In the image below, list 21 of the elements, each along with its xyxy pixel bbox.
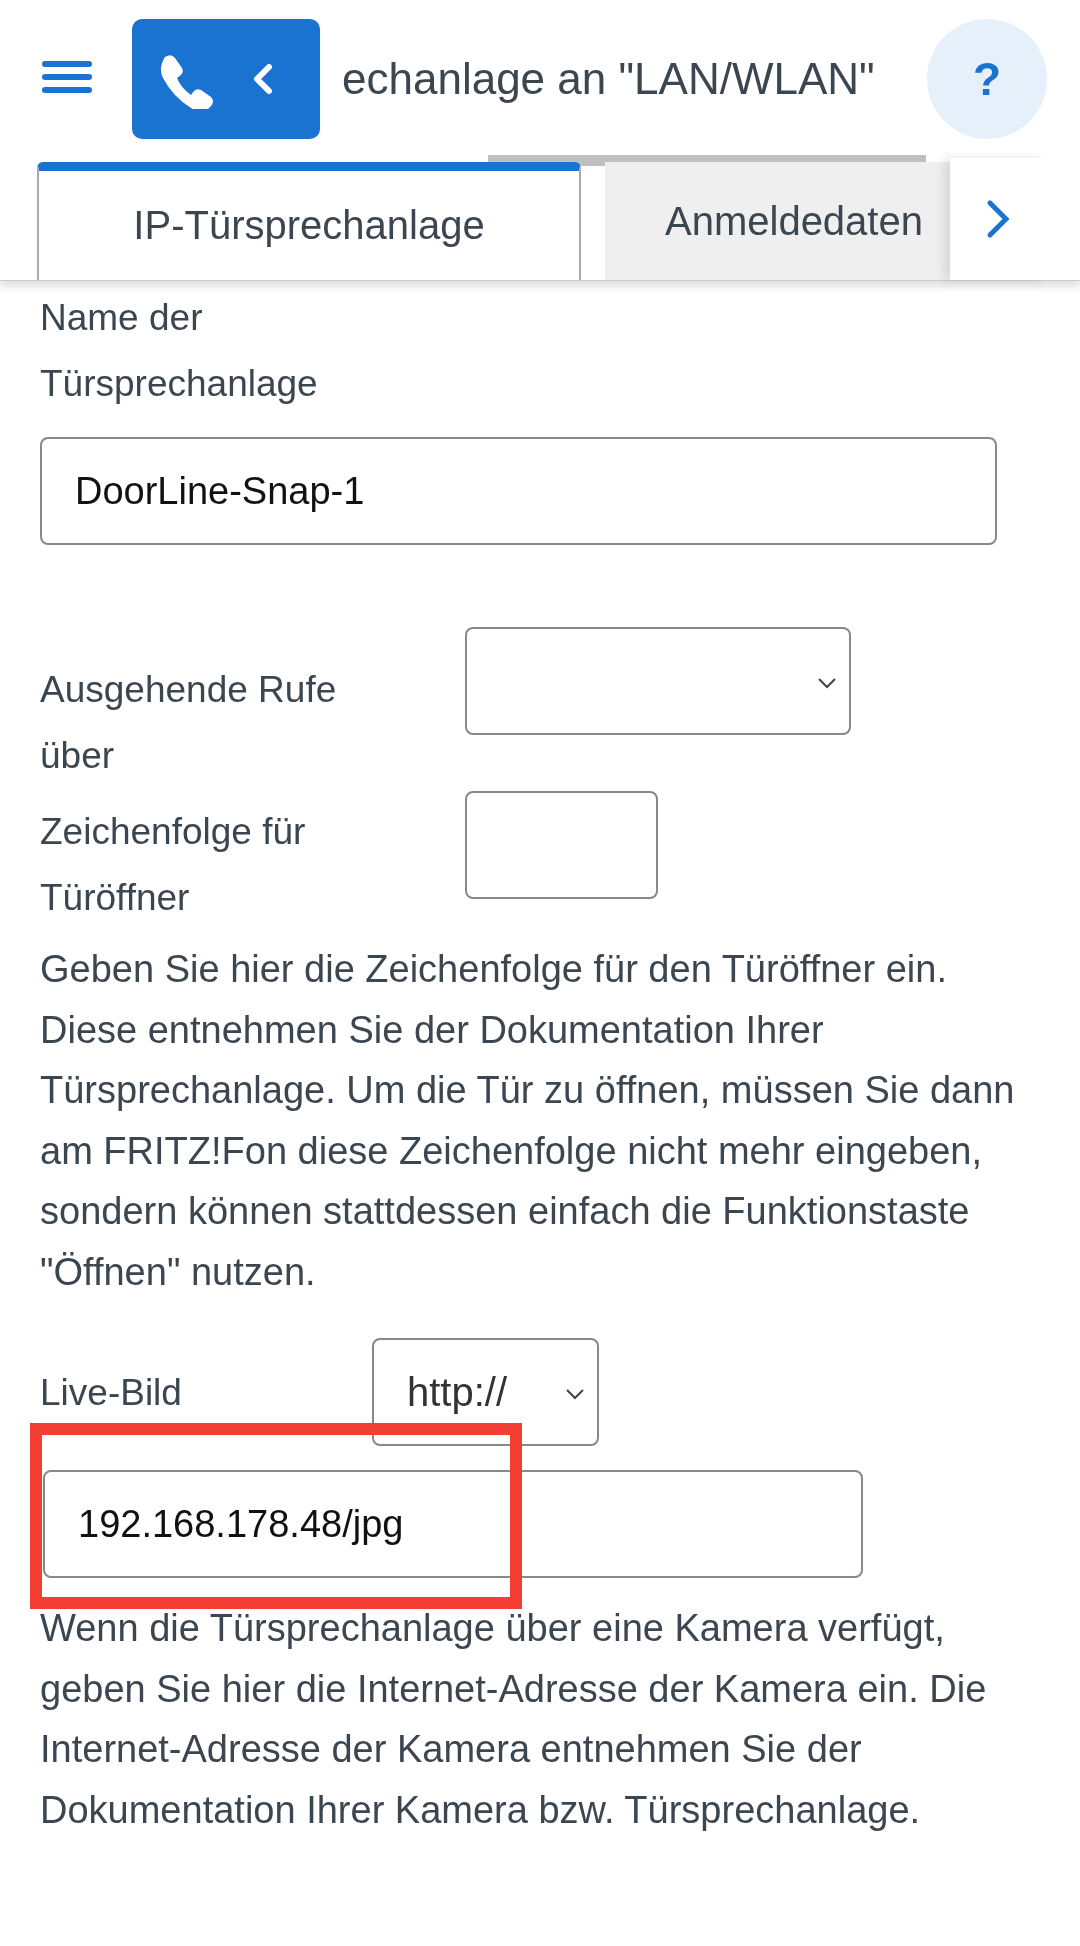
help-text: Geben Sie hier die Zeichenfolge für den Türöffner ein. Diese entnehmen Sie der Dokumentation Ihrer Türsprechanlage. Um die Tür zu öffnen, müssen Sie dann am FRITZ!Fon diese Zeichenfolge nicht mehr eingeben, sondern können stattdessen einfach die Funktionstaste "Öffnen" nutzen. <box>40 947 1016 1295</box>
door-code-field[interactable] <box>465 791 658 899</box>
page-title: echanlage an "LAN/WLAN" <box>342 54 875 104</box>
protocol-dropdown[interactable]: http:// <box>372 1338 599 1446</box>
field-label: Ausgehende Rufe über <box>40 668 338 778</box>
field-label: Live-Bild <box>40 1371 183 1415</box>
chevron-right-icon <box>986 199 1010 239</box>
menu-icon[interactable] <box>42 59 92 95</box>
outgoing-calls-dropdown[interactable] <box>465 627 851 735</box>
help-text: Wenn die Türsprechanlage über eine Kamera verfügt, geben Sie hier die Internet-Adresse der Kamera ein. Die Internet-Adresse der Kamera entnehmen Sie der Dokumentation Ihrer Kamera bzw. Türsprechanlage. <box>40 1606 988 1833</box>
camera-address-field[interactable]: 192.168.178.48/jpg <box>43 1470 863 1578</box>
tab[interactable]: Anmeldedaten <box>605 162 950 280</box>
chevron-down-icon <box>565 1388 585 1400</box>
back-button[interactable] <box>132 19 320 139</box>
chevron-down-icon <box>817 677 837 689</box>
name-field[interactable]: DoorLine-Snap-1 <box>40 437 997 545</box>
scroll-right-button[interactable] <box>950 158 1046 280</box>
field-label: Zeichenfolge für Türöffner <box>40 810 307 920</box>
tab[interactable]: IP-Türsprechanlage <box>37 162 581 280</box>
help-button[interactable]: ? <box>927 19 1047 139</box>
field-label: Name der Türsprechanlage <box>40 296 319 406</box>
